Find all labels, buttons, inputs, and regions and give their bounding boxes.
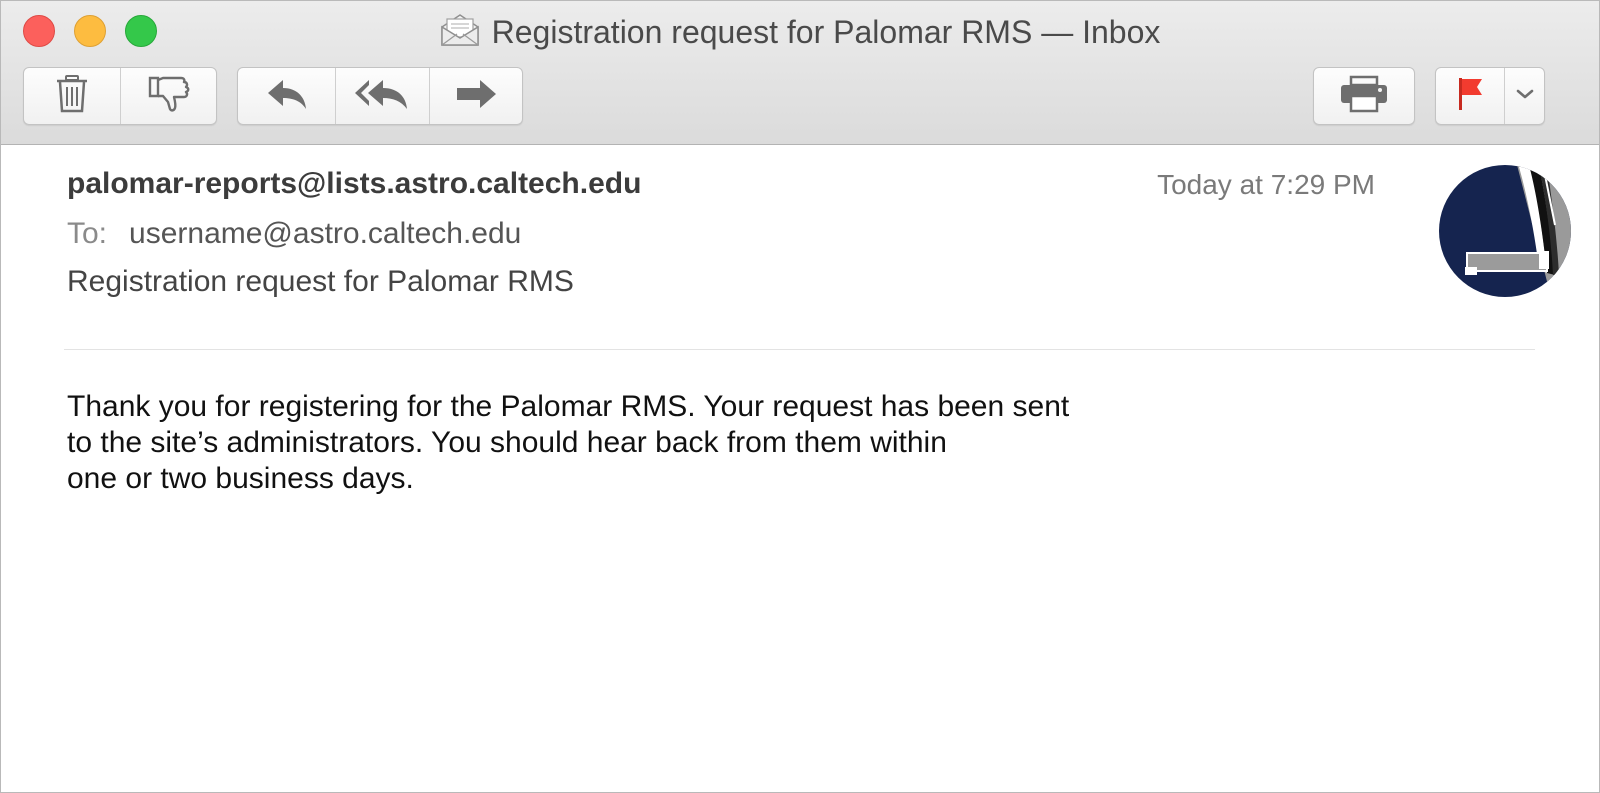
body-line: Thank you for registering for the Paloma… [67, 390, 1070, 423]
forward-arrow-icon [454, 76, 498, 117]
mail-window: Registration request for Palomar RMS — I… [0, 0, 1600, 793]
flag-group [1435, 67, 1545, 125]
recipient-row: To: username@astro.caltech.edu [67, 217, 521, 251]
print-group [1313, 67, 1415, 125]
body-line: one or two business days. [67, 462, 414, 495]
reply-forward-group [237, 67, 523, 125]
delete-button[interactable] [24, 68, 120, 124]
message-subject: Registration request for Palomar RMS [67, 265, 574, 298]
forward-button[interactable] [428, 68, 522, 124]
reply-all-arrow-icon [353, 76, 411, 117]
flag-button[interactable] [1436, 68, 1504, 124]
trash-icon [54, 74, 90, 119]
window-title-text: Registration request for Palomar RMS — I… [491, 14, 1161, 50]
header-divider [64, 349, 1535, 350]
thumbs-down-icon [147, 74, 191, 119]
body-line: to the site’s administrators. You should… [67, 426, 947, 459]
message-body: Thank you for registering for the Paloma… [67, 389, 1167, 497]
reply-button[interactable] [238, 68, 335, 124]
sender-avatar [1439, 165, 1571, 297]
chevron-down-icon [1516, 87, 1534, 105]
reply-all-button[interactable] [335, 68, 428, 124]
message-date: Today at 7:29 PM [1157, 169, 1375, 200]
reply-arrow-icon [265, 76, 309, 117]
flag-menu-button[interactable] [1504, 68, 1544, 124]
delete-junk-group [23, 67, 217, 125]
junk-button[interactable] [120, 68, 216, 124]
open-envelope-icon [440, 13, 480, 56]
recipient-address[interactable]: username@astro.caltech.edu [129, 217, 521, 250]
sender-address[interactable]: palomar-reports@lists.astro.caltech.edu [67, 167, 641, 201]
printer-icon [1339, 75, 1389, 118]
flag-icon [1455, 76, 1485, 117]
title-toolbar: Registration request for Palomar RMS — I… [1, 1, 1599, 145]
to-label: To: [67, 217, 108, 250]
window-title: Registration request for Palomar RMS — I… [1, 12, 1599, 56]
print-button[interactable] [1314, 68, 1414, 124]
